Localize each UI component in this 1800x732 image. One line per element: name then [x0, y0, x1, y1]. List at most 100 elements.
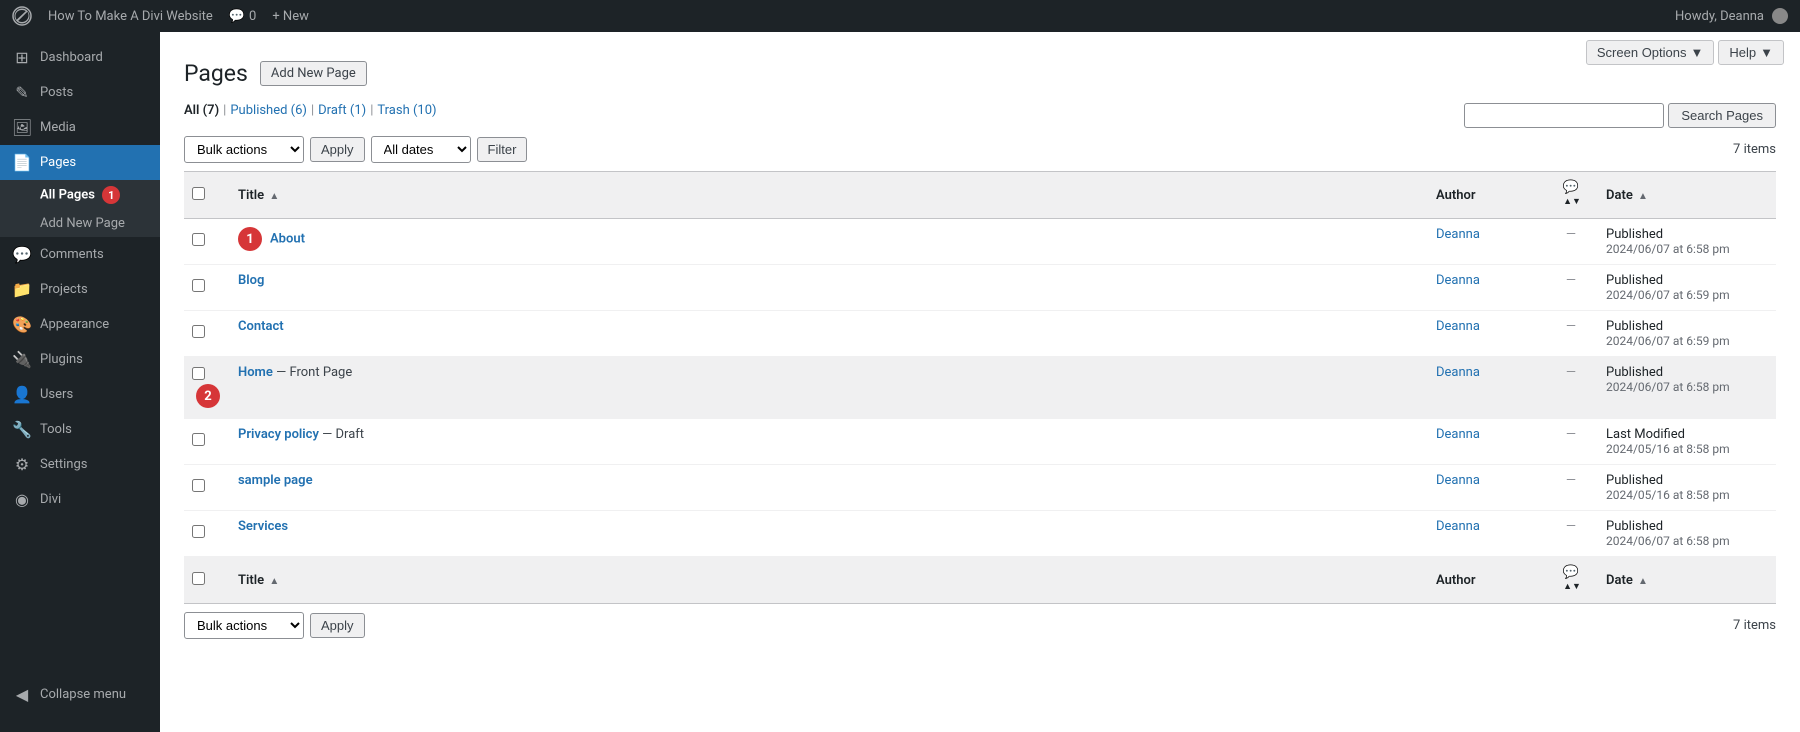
checkbox-home[interactable] — [192, 367, 205, 380]
sidebar-item-tools[interactable]: 🔧 Tools — [0, 412, 160, 447]
submenu-add-new-page[interactable]: Add New Page — [0, 210, 160, 237]
search-input[interactable] — [1464, 103, 1664, 128]
sidebar-item-media[interactable]: 🖼 Media — [0, 110, 160, 145]
filter-trash[interactable]: Trash (10) — [377, 103, 436, 118]
row-title-link-home[interactable]: Home — [238, 365, 273, 380]
row-author-cell-home: Deanna — [1426, 357, 1546, 419]
sidebar-item-projects[interactable]: 📁 Projects — [0, 272, 160, 307]
col-header-date[interactable]: Date ▲ — [1596, 172, 1776, 219]
posts-icon: ✎ — [12, 83, 32, 102]
checkbox-privacy-policy[interactable] — [192, 433, 205, 446]
adminbar-comments[interactable]: 💬 0 — [229, 9, 257, 24]
row-checkbox-about — [184, 219, 228, 265]
row-title-cell-blog: Blog — [228, 265, 1426, 311]
date-value-blog: 2024/06/07 at 6:59 pm — [1606, 288, 1766, 302]
row-author-cell-sample-page: Deanna — [1426, 465, 1546, 511]
row-title-link-privacy-policy[interactable]: Privacy policy — [238, 427, 319, 442]
select-all-checkbox-header[interactable] — [184, 172, 228, 219]
page-status-privacy-policy: — Draft — [319, 427, 364, 442]
select-all-checkbox-bottom[interactable] — [192, 572, 205, 585]
pages-icon: 📄 — [12, 153, 32, 172]
search-box: Search Pages — [1464, 103, 1776, 128]
author-link-privacy-policy[interactable]: Deanna — [1436, 427, 1480, 442]
checkbox-contact[interactable] — [192, 325, 205, 338]
row-title-cell-services: Services — [228, 511, 1426, 557]
col-header-author[interactable]: Author — [1426, 172, 1546, 219]
author-link-contact[interactable]: Deanna — [1436, 319, 1480, 334]
date-sort-icon-footer: ▲ — [1638, 576, 1648, 587]
checkbox-sample-page[interactable] — [192, 479, 205, 492]
col-header-title[interactable]: Title ▲ — [228, 172, 1426, 219]
bulk-actions-select-top[interactable]: Bulk actions — [184, 136, 304, 163]
comments-icon: 💬 — [229, 9, 245, 24]
submenu-all-pages[interactable]: All Pages 1 — [0, 180, 160, 210]
sidebar-item-appearance[interactable]: 🎨 Appearance — [0, 307, 160, 342]
sidebar-collapse[interactable]: ◀ Collapse menu — [0, 677, 160, 712]
col-header-comments[interactable]: 💬 ▲▼ — [1546, 172, 1596, 219]
adminbar-site-name[interactable]: How To Make A Divi Website — [48, 9, 213, 24]
row-comments-cell-blog: — — [1546, 265, 1596, 311]
items-count-top: 7 items — [1733, 142, 1776, 157]
checkbox-blog[interactable] — [192, 279, 205, 292]
avatar — [1772, 8, 1788, 24]
date-label-privacy-policy: Last Modified — [1606, 427, 1766, 442]
page-title: Pages — [184, 60, 248, 87]
comments-column-icon: 💬 — [1563, 180, 1579, 195]
checkbox-services[interactable] — [192, 525, 205, 538]
sidebar-item-settings[interactable]: ⚙ Settings — [0, 447, 160, 482]
row-checkbox-contact — [184, 311, 228, 357]
row-title-link-services[interactable]: Services — [238, 519, 288, 534]
filter-published[interactable]: Published (6) — [230, 103, 307, 118]
row-date-cell-privacy-policy: Last Modified2024/05/16 at 8:58 pm — [1596, 419, 1776, 465]
screen-options-button[interactable]: Screen Options ▼ — [1586, 40, 1714, 65]
apply-button-top[interactable]: Apply — [310, 137, 365, 162]
author-link-sample-page[interactable]: Deanna — [1436, 473, 1480, 488]
tools-icon: 🔧 — [12, 420, 32, 439]
author-link-about[interactable]: Deanna — [1436, 227, 1480, 242]
title-sort-icon: ▲ — [269, 191, 279, 202]
apply-button-bottom[interactable]: Apply — [310, 613, 365, 638]
row-title-link-about[interactable]: About — [270, 231, 305, 246]
sidebar-item-comments[interactable]: 💬 Comments — [0, 237, 160, 272]
sidebar-item-pages[interactable]: 📄 Pages — [0, 145, 160, 180]
col-footer-title[interactable]: Title ▲ — [228, 557, 1426, 604]
admin-bar: How To Make A Divi Website 💬 0 + New How… — [0, 0, 1800, 32]
table-row: sample pageDeanna—Published2024/05/16 at… — [184, 465, 1776, 511]
row-author-cell-privacy-policy: Deanna — [1426, 419, 1546, 465]
sidebar-item-divi[interactable]: ◉ Divi — [0, 482, 160, 517]
checkbox-about[interactable] — [192, 233, 205, 246]
adminbar-new[interactable]: + New — [272, 9, 309, 24]
filter-links: All (7) | Published (6) | Draft (1) | Tr… — [184, 103, 1464, 118]
author-link-blog[interactable]: Deanna — [1436, 273, 1480, 288]
select-all-checkbox-footer[interactable] — [184, 557, 228, 604]
row-title-link-blog[interactable]: Blog — [238, 273, 264, 288]
items-count-bottom: 7 items — [1733, 618, 1776, 633]
row-checkbox-sample-page — [184, 465, 228, 511]
settings-icon: ⚙ — [12, 455, 32, 474]
dates-filter-select[interactable]: All dates — [371, 136, 471, 163]
sidebar-item-users[interactable]: 👤 Users — [0, 377, 160, 412]
table-row: 1AboutDeanna—Published2024/06/07 at 6:58… — [184, 219, 1776, 265]
sidebar-item-posts[interactable]: ✎ Posts — [0, 75, 160, 110]
select-all-checkbox[interactable] — [192, 187, 205, 200]
table-footer-row: Title ▲ Author 💬 ▲▼ Date ▲ — [184, 557, 1776, 604]
filter-button[interactable]: Filter — [477, 137, 528, 162]
col-footer-date[interactable]: Date ▲ — [1596, 557, 1776, 604]
row-title-link-contact[interactable]: Contact — [238, 319, 284, 334]
author-link-services[interactable]: Deanna — [1436, 519, 1480, 534]
sidebar-item-plugins[interactable]: 🔌 Plugins — [0, 342, 160, 377]
author-link-home[interactable]: Deanna — [1436, 365, 1480, 380]
help-button[interactable]: Help ▼ — [1718, 40, 1784, 65]
row-title-link-sample-page[interactable]: sample page — [238, 473, 313, 488]
sidebar-item-dashboard[interactable]: ⊞ Dashboard — [0, 40, 160, 75]
search-pages-button[interactable]: Search Pages — [1668, 103, 1776, 128]
screen-meta-links: Screen Options ▼ Help ▼ — [1586, 40, 1784, 65]
filter-all[interactable]: All (7) — [184, 103, 219, 118]
screen-options-arrow: ▼ — [1691, 45, 1704, 60]
wp-logo[interactable] — [12, 6, 32, 26]
bulk-actions-select-bottom[interactable]: Bulk actions — [184, 612, 304, 639]
add-new-page-button[interactable]: Add New Page — [260, 61, 367, 86]
page-title-area: Pages Add New Page — [184, 60, 1776, 87]
filter-draft[interactable]: Draft (1) — [318, 103, 366, 118]
row-title-cell-privacy-policy: Privacy policy — Draft — [228, 419, 1426, 465]
